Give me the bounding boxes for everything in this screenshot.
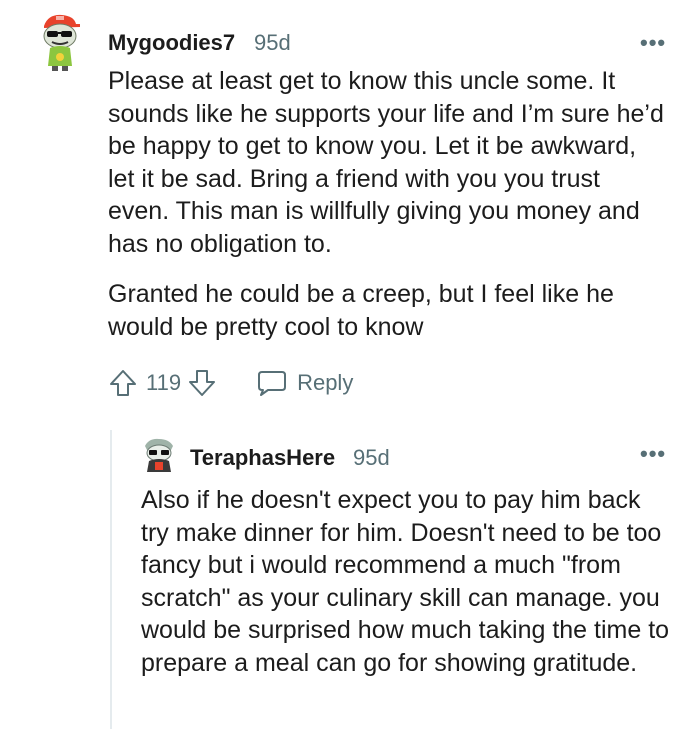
avatar[interactable]	[141, 436, 177, 474]
comment-body-paragraph: Also if he doesn't expect you to pay him…	[141, 486, 670, 677]
more-options-icon[interactable]: •••	[640, 441, 666, 467]
username[interactable]: TeraphasHere	[190, 445, 335, 471]
reply-comment: TeraphasHere 95d ••• Also if he doesn't …	[0, 0, 700, 729]
comment-age: 95d	[353, 445, 390, 470]
